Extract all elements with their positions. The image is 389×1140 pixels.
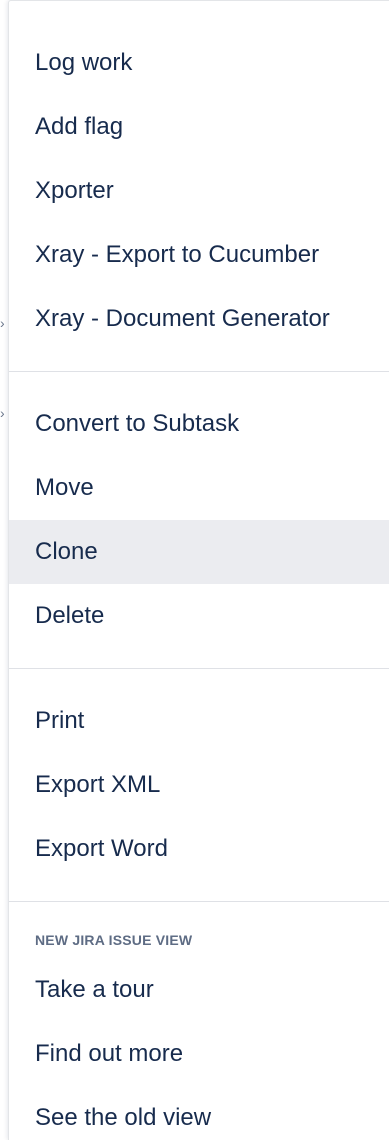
- menu-divider: [9, 371, 389, 372]
- menu-divider: [9, 668, 389, 669]
- menu-item-xporter[interactable]: Xporter: [9, 159, 389, 223]
- chevron-right-icon: ›: [0, 318, 5, 328]
- menu-item-clone[interactable]: Clone: [9, 520, 389, 584]
- more-actions-dropdown-menu: Log work Add flag Xporter Xray - Export …: [8, 0, 389, 1140]
- menu-group-issue-actions: Convert to Subtask Move Clone Delete: [9, 392, 389, 648]
- menu-group-work: Log work Add flag Xporter Xray - Export …: [9, 31, 389, 351]
- menu-item-xray-export-to-cucumber[interactable]: Xray - Export to Cucumber: [9, 223, 389, 287]
- menu-item-print[interactable]: Print: [9, 689, 389, 753]
- menu-item-export-word[interactable]: Export Word: [9, 817, 389, 881]
- menu-group-heading: NEW JIRA ISSUE VIEW: [35, 932, 193, 948]
- menu-group-export: Print Export XML Export Word: [9, 689, 389, 881]
- menu-item-xray-document-generator[interactable]: Xray - Document Generator: [9, 287, 389, 351]
- menu-divider: [9, 901, 389, 902]
- menu-item-take-a-tour[interactable]: Take a tour: [9, 958, 389, 1022]
- menu-item-find-out-more[interactable]: Find out more: [9, 1022, 389, 1086]
- menu-item-add-flag[interactable]: Add flag: [9, 95, 389, 159]
- menu-item-move[interactable]: Move: [9, 456, 389, 520]
- chevron-right-icon: ›: [0, 408, 5, 418]
- menu-item-delete[interactable]: Delete: [9, 584, 389, 648]
- menu-group-new-issue-view: NEW JIRA ISSUE VIEW Take a tour Find out…: [9, 922, 389, 1140]
- menu-item-convert-to-subtask[interactable]: Convert to Subtask: [9, 392, 389, 456]
- menu-item-export-xml[interactable]: Export XML: [9, 753, 389, 817]
- menu-item-log-work[interactable]: Log work: [9, 31, 389, 95]
- menu-item-see-the-old-view[interactable]: See the old view: [9, 1086, 389, 1140]
